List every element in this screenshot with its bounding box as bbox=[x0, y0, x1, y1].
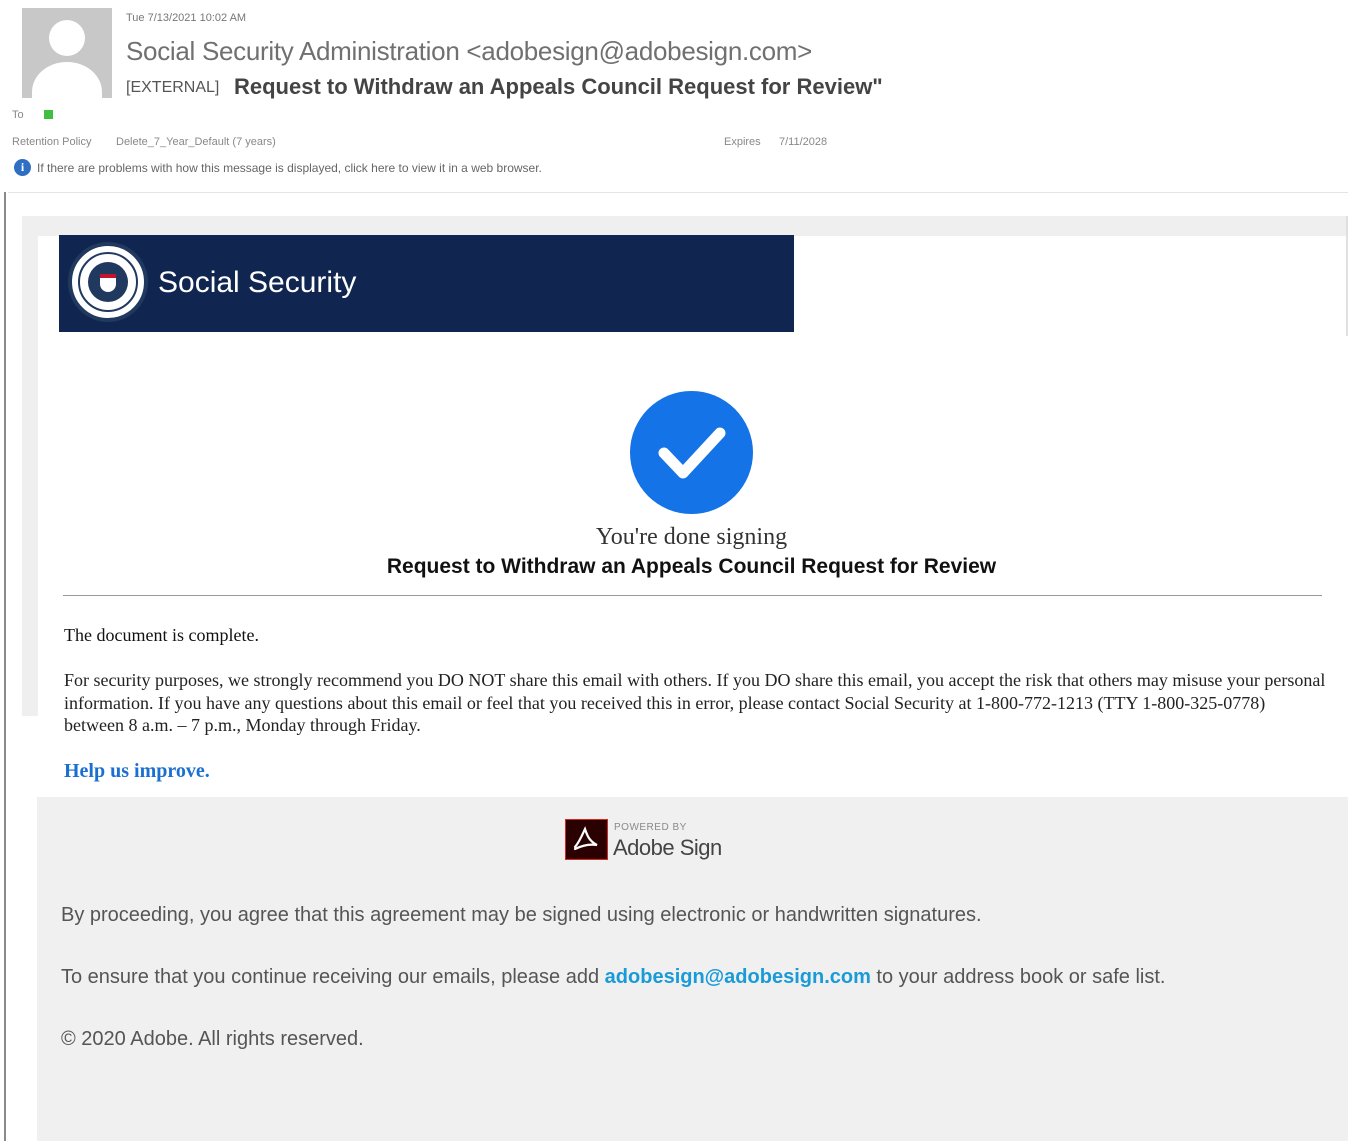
email-frame-left bbox=[22, 216, 38, 716]
expires-label: Expires bbox=[724, 136, 761, 148]
agreement-notice: By proceeding, you agree that this agree… bbox=[61, 904, 982, 926]
sent-date: Tue 7/13/2021 10:02 AM bbox=[126, 12, 247, 24]
retention-policy-label: Retention Policy bbox=[12, 136, 92, 148]
adobesign-email-link[interactable]: adobesign@adobesign.com bbox=[605, 966, 871, 988]
banner-title: Social Security bbox=[158, 266, 357, 299]
done-signing-text: You're done signing bbox=[595, 524, 788, 550]
adobe-sign-wordmark: Adobe Sign bbox=[613, 835, 722, 860]
body-divider bbox=[63, 595, 1322, 596]
safe-list-notice: To ensure that you continue receiving ou… bbox=[61, 966, 1165, 989]
copyright: © 2020 Adobe. All rights reserved. bbox=[61, 1028, 364, 1050]
view-in-browser-link[interactable]: If there are problems with how this mess… bbox=[37, 161, 542, 175]
to-label: To bbox=[12, 109, 24, 121]
external-tag: [EXTERNAL] bbox=[126, 79, 220, 96]
presence-icon[interactable] bbox=[44, 110, 53, 119]
complete-text: The document is complete. bbox=[64, 625, 259, 645]
safe-list-prefix: To ensure that you continue receiving ou… bbox=[61, 966, 605, 988]
help-us-improve-link[interactable]: Help us improve. bbox=[64, 760, 210, 783]
message-header: Tue 7/13/2021 10:02 AM Social Security A… bbox=[0, 0, 1348, 192]
document-title: Request to Withdraw an Appeals Council R… bbox=[386, 555, 997, 578]
adobe-sign-logo-icon bbox=[565, 819, 608, 860]
expires-value: 7/11/2028 bbox=[779, 136, 828, 148]
security-notice: For security purposes, we strongly recom… bbox=[64, 670, 1326, 735]
safe-list-suffix: to your address book or safe list. bbox=[870, 966, 1166, 988]
email-frame bbox=[22, 216, 1348, 236]
retention-policy-value: Delete_7_Year_Default (7 years) bbox=[116, 136, 276, 148]
powered-by-label: POWERED BY bbox=[614, 822, 687, 833]
message-subject: Request to Withdraw an Appeals Council R… bbox=[234, 74, 883, 99]
sender-name[interactable]: Social Security Administration <adobesig… bbox=[126, 36, 812, 67]
checkmark-icon bbox=[630, 391, 753, 514]
ssa-seal-icon bbox=[68, 242, 148, 322]
sender-avatar-icon bbox=[22, 8, 112, 98]
info-icon: i bbox=[14, 159, 31, 176]
header-divider bbox=[8, 192, 1348, 193]
